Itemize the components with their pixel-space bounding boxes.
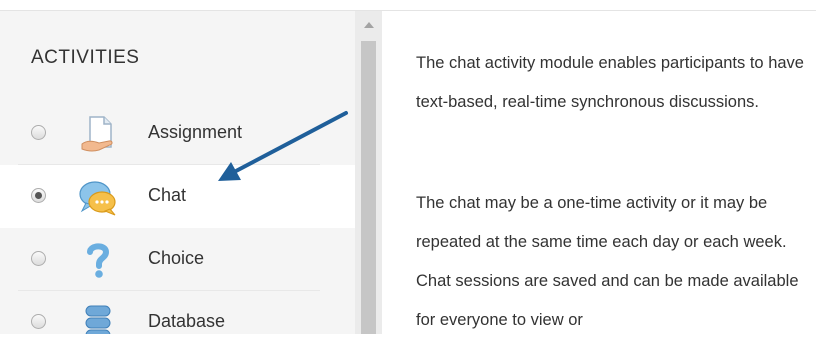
activity-option-database[interactable]: Database: [0, 291, 355, 334]
chat-icon: [79, 181, 116, 216]
scrollbar-thumb[interactable]: [361, 41, 376, 334]
assignment-icon: [81, 116, 113, 152]
activity-list-scrollbar[interactable]: [355, 11, 382, 334]
activity-option-choice[interactable]: Choice: [0, 228, 355, 291]
activity-option-assignment[interactable]: Assignment: [0, 102, 355, 165]
scroll-up-arrow-icon[interactable]: [364, 22, 374, 28]
activity-list: Assignment Chat Choice Database: [0, 102, 355, 334]
activity-label-assignment: Assignment: [148, 122, 243, 142]
activities-heading: ACTIVITIES: [31, 47, 140, 68]
database-icon: [85, 305, 111, 334]
description-paragraph-2: The chat may be a one-time activity or i…: [416, 194, 799, 329]
radio-assignment[interactable]: [31, 125, 46, 140]
activity-label-database: Database: [148, 311, 226, 331]
radio-chat[interactable]: [31, 188, 46, 203]
radio-choice[interactable]: [31, 251, 46, 266]
choice-icon: [87, 243, 110, 278]
activity-label-choice: Choice: [148, 248, 205, 268]
radio-database[interactable]: [31, 314, 46, 329]
activity-label-chat: Chat: [148, 185, 187, 205]
activity-option-chat[interactable]: Chat: [0, 165, 355, 228]
description-paragraph-1: The chat activity module enables partici…: [416, 54, 804, 111]
activity-chooser-panel: ACTIVITIES Assignment Chat Choice Databa…: [0, 11, 382, 334]
radio-selected-dot: [35, 192, 42, 199]
